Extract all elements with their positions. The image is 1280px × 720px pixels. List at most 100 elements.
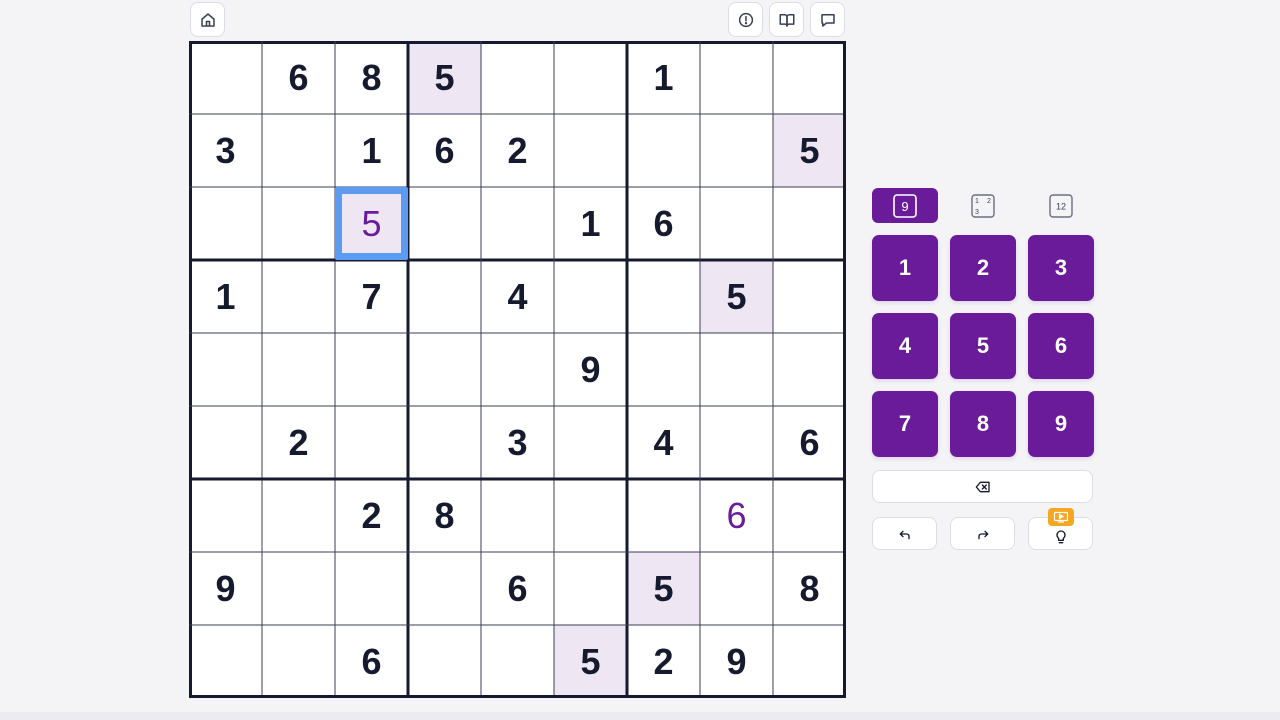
- cell-r6c5[interactable]: 3: [481, 406, 554, 479]
- cell-r8c4[interactable]: [408, 552, 481, 625]
- digit-button-6[interactable]: 6: [1028, 313, 1094, 379]
- cell-r2c3[interactable]: 1: [335, 114, 408, 187]
- digit-button-2[interactable]: 2: [950, 235, 1016, 301]
- cell-r5c7[interactable]: [627, 333, 700, 406]
- cell-r2c7[interactable]: [627, 114, 700, 187]
- digit-button-4[interactable]: 4: [872, 313, 938, 379]
- cell-r9c4[interactable]: [408, 625, 481, 698]
- center-notes-mode-button[interactable]: 12: [1028, 188, 1094, 223]
- cell-r1c1[interactable]: [189, 41, 262, 114]
- info-button[interactable]: [728, 2, 763, 37]
- digit-button-7[interactable]: 7: [872, 391, 938, 457]
- cell-r4c3[interactable]: 7: [335, 260, 408, 333]
- cell-r3c5[interactable]: [481, 187, 554, 260]
- cell-r2c5[interactable]: 2: [481, 114, 554, 187]
- cell-r1c9[interactable]: [773, 41, 846, 114]
- cell-r7c4[interactable]: 8: [408, 479, 481, 552]
- cell-r3c4[interactable]: [408, 187, 481, 260]
- cell-r6c8[interactable]: [700, 406, 773, 479]
- cell-r7c3[interactable]: 2: [335, 479, 408, 552]
- cell-r1c3[interactable]: 8: [335, 41, 408, 114]
- cell-r1c7[interactable]: 1: [627, 41, 700, 114]
- cell-r5c1[interactable]: [189, 333, 262, 406]
- cell-r7c8[interactable]: 6: [700, 479, 773, 552]
- cell-r2c9[interactable]: 5: [773, 114, 846, 187]
- cell-r2c6[interactable]: [554, 114, 627, 187]
- cell-r3c1[interactable]: [189, 187, 262, 260]
- digit-button-9[interactable]: 9: [1028, 391, 1094, 457]
- cell-r3c9[interactable]: [773, 187, 846, 260]
- cell-r4c5[interactable]: 4: [481, 260, 554, 333]
- digit-button-8[interactable]: 8: [950, 391, 1016, 457]
- cell-r8c5[interactable]: 6: [481, 552, 554, 625]
- cell-r3c8[interactable]: [700, 187, 773, 260]
- feedback-button[interactable]: [810, 2, 845, 37]
- erase-button[interactable]: [872, 470, 1093, 503]
- cell-r9c2[interactable]: [262, 625, 335, 698]
- cell-r7c1[interactable]: [189, 479, 262, 552]
- cell-r1c2[interactable]: 6: [262, 41, 335, 114]
- cell-r5c9[interactable]: [773, 333, 846, 406]
- cell-r4c9[interactable]: [773, 260, 846, 333]
- cell-r8c1[interactable]: 9: [189, 552, 262, 625]
- cell-r3c2[interactable]: [262, 187, 335, 260]
- cell-r4c6[interactable]: [554, 260, 627, 333]
- cell-r3c7[interactable]: 6: [627, 187, 700, 260]
- cell-r5c8[interactable]: [700, 333, 773, 406]
- cell-r9c3[interactable]: 6: [335, 625, 408, 698]
- cell-r9c5[interactable]: [481, 625, 554, 698]
- cell-r8c9[interactable]: 8: [773, 552, 846, 625]
- cell-r9c6[interactable]: 5: [554, 625, 627, 698]
- cell-r7c5[interactable]: [481, 479, 554, 552]
- cell-r4c8[interactable]: 5: [700, 260, 773, 333]
- cell-r7c2[interactable]: [262, 479, 335, 552]
- cell-r8c6[interactable]: [554, 552, 627, 625]
- cell-r5c3[interactable]: [335, 333, 408, 406]
- cell-r1c5[interactable]: [481, 41, 554, 114]
- cell-r1c8[interactable]: [700, 41, 773, 114]
- redo-button[interactable]: [950, 517, 1015, 550]
- undo-button[interactable]: [872, 517, 937, 550]
- cell-r1c6[interactable]: [554, 41, 627, 114]
- cell-r8c8[interactable]: [700, 552, 773, 625]
- home-button[interactable]: [190, 2, 225, 37]
- cell-r4c4[interactable]: [408, 260, 481, 333]
- cell-r2c8[interactable]: [700, 114, 773, 187]
- cell-r9c7[interactable]: 2: [627, 625, 700, 698]
- cell-r5c2[interactable]: [262, 333, 335, 406]
- cell-r3c6[interactable]: 1: [554, 187, 627, 260]
- cell-r6c1[interactable]: [189, 406, 262, 479]
- digit-button-3[interactable]: 3: [1028, 235, 1094, 301]
- corner-notes-mode-button[interactable]: 1 2 3: [950, 188, 1016, 223]
- cell-r6c3[interactable]: [335, 406, 408, 479]
- cell-r5c6[interactable]: 9: [554, 333, 627, 406]
- cell-r8c7[interactable]: 5: [627, 552, 700, 625]
- digit-button-1[interactable]: 1: [872, 235, 938, 301]
- cell-r9c1[interactable]: [189, 625, 262, 698]
- cell-r4c7[interactable]: [627, 260, 700, 333]
- rules-button[interactable]: [769, 2, 804, 37]
- normal-mode-button[interactable]: 9: [872, 188, 938, 223]
- cell-r6c2[interactable]: 2: [262, 406, 335, 479]
- cell-r2c1[interactable]: 3: [189, 114, 262, 187]
- cell-r5c4[interactable]: [408, 333, 481, 406]
- cell-r7c9[interactable]: [773, 479, 846, 552]
- cell-r3c3[interactable]: 5: [335, 187, 408, 260]
- cell-r6c4[interactable]: [408, 406, 481, 479]
- cell-r9c9[interactable]: [773, 625, 846, 698]
- cell-r2c2[interactable]: [262, 114, 335, 187]
- digit-button-5[interactable]: 5: [950, 313, 1016, 379]
- cell-r7c7[interactable]: [627, 479, 700, 552]
- cell-r8c3[interactable]: [335, 552, 408, 625]
- cell-r6c9[interactable]: 6: [773, 406, 846, 479]
- cell-r4c1[interactable]: 1: [189, 260, 262, 333]
- cell-r9c8[interactable]: 9: [700, 625, 773, 698]
- cell-r8c2[interactable]: [262, 552, 335, 625]
- cell-r6c6[interactable]: [554, 406, 627, 479]
- cell-r2c4[interactable]: 6: [408, 114, 481, 187]
- cell-r6c7[interactable]: 4: [627, 406, 700, 479]
- cell-r5c5[interactable]: [481, 333, 554, 406]
- cell-r7c6[interactable]: [554, 479, 627, 552]
- cell-r1c4[interactable]: 5: [408, 41, 481, 114]
- cell-r4c2[interactable]: [262, 260, 335, 333]
